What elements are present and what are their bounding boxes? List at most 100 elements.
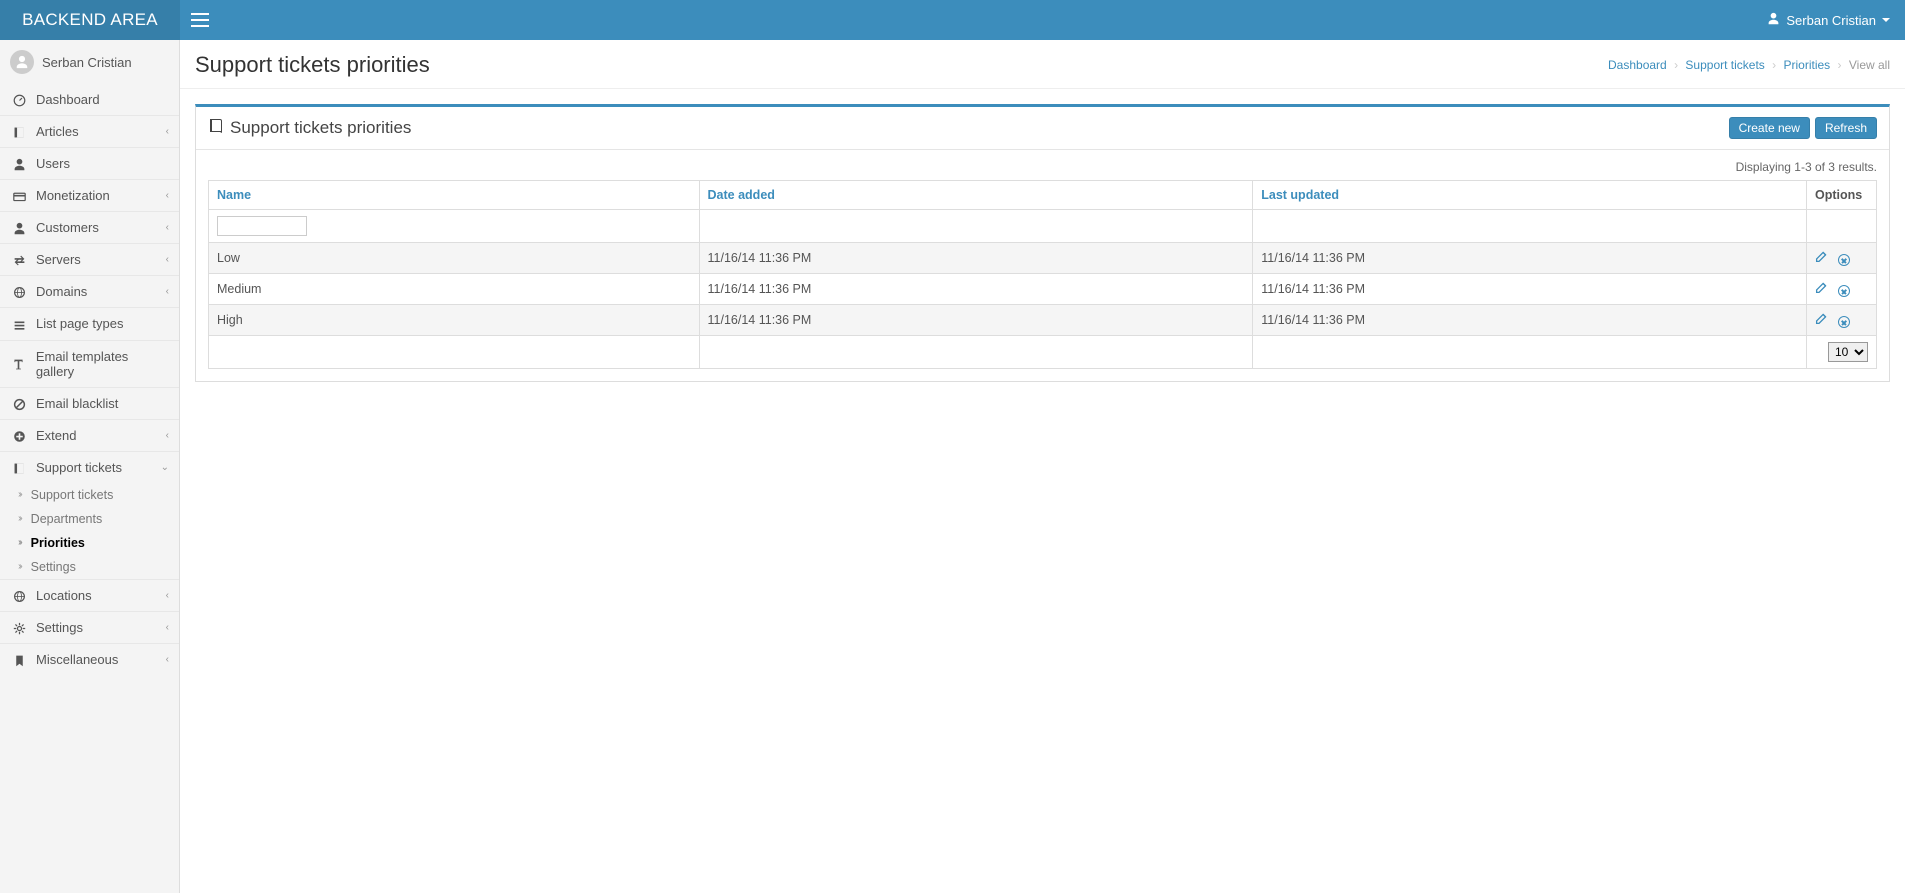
chevron-left-icon: ‹	[166, 190, 169, 201]
sidebar-item-customers[interactable]: Customers ‹	[0, 211, 179, 243]
chevron-left-icon: ‹	[166, 254, 169, 265]
filter-options	[1807, 210, 1877, 243]
col-last-updated[interactable]: Last updated	[1253, 181, 1807, 210]
edit-button[interactable]	[1815, 250, 1828, 266]
sidebar: Serban Cristian Dashboard Articles ‹ Users M…	[0, 40, 180, 893]
refresh-button[interactable]: Refresh	[1815, 117, 1877, 139]
edit-button[interactable]	[1815, 312, 1828, 328]
sidebar-item-monetization[interactable]: Monetization ‹	[0, 179, 179, 211]
cell-name: Low	[209, 243, 700, 274]
breadcrumb-priorities[interactable]: Priorities	[1783, 58, 1830, 72]
sidebar-subitem-label: Support tickets	[31, 488, 114, 502]
filter-name-input[interactable]	[217, 216, 307, 236]
chevron-left-icon: ‹	[166, 430, 169, 441]
globe-icon	[10, 588, 28, 603]
sidebar-item-label: Customers	[36, 220, 99, 235]
cell-name: Medium	[209, 274, 700, 305]
circle-x-icon	[1838, 316, 1850, 328]
cell-name: High	[209, 305, 700, 336]
sidebar-item-users[interactable]: Users	[0, 147, 179, 179]
sidebar-item-label: Dashboard	[36, 92, 100, 107]
table-row: Medium11/16/14 11:36 PM11/16/14 11:36 PM	[209, 274, 1877, 305]
circle-x-icon	[1838, 285, 1850, 297]
delete-button[interactable]	[1838, 282, 1850, 297]
sidebar-subitem-label: Departments	[31, 512, 103, 526]
edit-button[interactable]	[1815, 281, 1828, 297]
transfer-icon	[10, 252, 28, 267]
sidebar-profile[interactable]: Serban Cristian	[0, 40, 179, 84]
book-icon	[10, 124, 28, 139]
col-date-added[interactable]: Date added	[699, 181, 1253, 210]
circle-x-icon	[1838, 254, 1850, 266]
sidebar-item-label: Articles	[36, 124, 79, 139]
breadcrumb-sep: ›	[1838, 58, 1842, 72]
breadcrumb-sep: ›	[1674, 58, 1678, 72]
sidebar-item-servers[interactable]: Servers ‹	[0, 243, 179, 275]
sidebar-item-extend[interactable]: Extend‹	[0, 419, 179, 451]
panel: Support tickets priorities Create new Re…	[195, 104, 1890, 382]
sidebar-item-articles[interactable]: Articles ‹	[0, 115, 179, 147]
cell-date-added: 11/16/14 11:36 PM	[699, 305, 1253, 336]
chevron-left-icon: ‹	[166, 222, 169, 233]
table-row: Low11/16/14 11:36 PM11/16/14 11:36 PM	[209, 243, 1877, 274]
sidebar-subitem-departments[interactable]: ››Departments	[0, 507, 179, 531]
text-icon	[10, 356, 28, 371]
panel-title-wrap: Support tickets priorities	[208, 118, 411, 139]
sidebar-item-label: Miscellaneous	[36, 652, 118, 667]
chevron-double-icon: ››	[18, 537, 21, 548]
chevron-left-icon: ‹	[166, 126, 169, 137]
sidebar-item-label: Domains	[36, 284, 87, 299]
chevron-double-icon: ››	[18, 561, 21, 572]
cell-date-added: 11/16/14 11:36 PM	[699, 274, 1253, 305]
cog-icon	[10, 620, 28, 635]
hamburger-icon	[191, 19, 209, 21]
user-name: Serban Cristian	[1786, 13, 1876, 28]
breadcrumb-sep: ›	[1772, 58, 1776, 72]
breadcrumb-support-tickets[interactable]: Support tickets	[1685, 58, 1764, 72]
panel-header: Support tickets priorities Create new Re…	[196, 107, 1889, 150]
sidebar-item-miscellaneous[interactable]: Miscellaneous ‹	[0, 643, 179, 675]
sidebar-item-dashboard[interactable]: Dashboard	[0, 84, 179, 115]
delete-button[interactable]	[1838, 313, 1850, 328]
sidebar-subitem-label: Settings	[31, 560, 76, 574]
plus-icon	[10, 428, 28, 443]
user-menu[interactable]: Serban Cristian	[1752, 0, 1905, 40]
breadcrumb-dashboard[interactable]: Dashboard	[1608, 58, 1667, 72]
breadcrumb-viewall: View all	[1849, 58, 1890, 72]
page-size-select[interactable]: 10	[1828, 342, 1868, 362]
sidebar-subitem-priorities[interactable]: ››Priorities	[0, 531, 179, 555]
cell-last-updated: 11/16/14 11:36 PM	[1253, 243, 1807, 274]
sidebar-item-support-tickets[interactable]: Support tickets⌄	[0, 451, 179, 483]
delete-button[interactable]	[1838, 251, 1850, 266]
sidebar-item-locations[interactable]: Locations‹	[0, 579, 179, 611]
bookmark-icon	[10, 652, 28, 667]
sidebar-item-email-templates-gallery[interactable]: Email templates gallery	[0, 340, 179, 387]
sidebar-item-label: Locations	[36, 588, 92, 603]
create-new-button[interactable]: Create new	[1729, 117, 1810, 139]
sidebar-item-label: Settings	[36, 620, 83, 635]
topbar-spacer	[220, 0, 1752, 40]
sidebar-subitem-settings[interactable]: ›› Settings	[0, 555, 179, 579]
sidebar-item-list-page-types[interactable]: List page types	[0, 307, 179, 339]
sidebar-item-label: Servers	[36, 252, 81, 267]
user-icon	[10, 220, 28, 235]
col-name[interactable]: Name	[209, 181, 700, 210]
chevron-double-icon: ››	[18, 489, 21, 500]
ban-icon	[10, 396, 28, 411]
menu-toggle-button[interactable]	[180, 0, 220, 40]
book-icon	[208, 118, 224, 139]
sidebar-item-settings[interactable]: Settings‹	[0, 611, 179, 643]
sidebar-item-label: Monetization	[36, 188, 110, 203]
sidebar-item-label: List page types	[36, 316, 123, 331]
chevron-left-icon: ‹	[166, 654, 169, 665]
sidebar-profile-name: Serban Cristian	[42, 55, 132, 70]
sidebar-item-label: Users	[36, 156, 70, 171]
sidebar-subitem-support-tickets[interactable]: ›› Support tickets	[0, 483, 179, 507]
sidebar-item-label: Email blacklist	[36, 396, 118, 411]
brand[interactable]: BACKEND AREA	[0, 0, 180, 40]
sidebar-item-domains[interactable]: Domains ‹	[0, 275, 179, 307]
sidebar-item-label: Email templates gallery	[36, 349, 169, 379]
user-icon	[1767, 12, 1780, 28]
chevron-left-icon: ‹	[166, 286, 169, 297]
sidebar-item-email-blacklist[interactable]: Email blacklist	[0, 387, 179, 419]
